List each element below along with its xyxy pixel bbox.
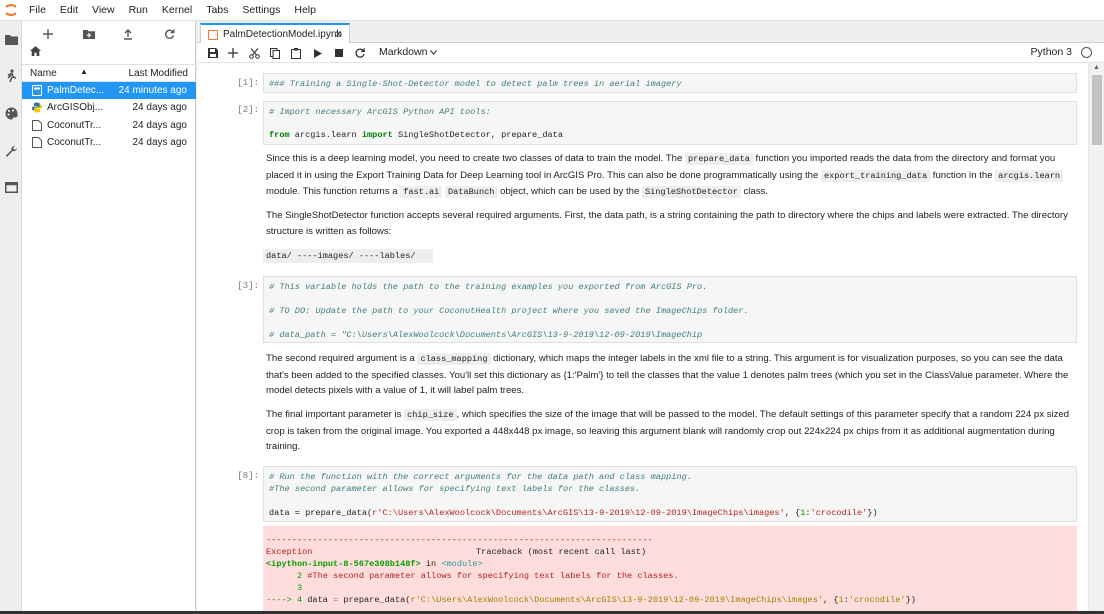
traceback-line: 2 #The second parameter allows for speci… bbox=[266, 571, 679, 581]
markdown-paragraph: The SingleShotDetector function accepts … bbox=[266, 210, 1068, 237]
traceback-location: <ipython-input-8-567e308b148f> in <modul… bbox=[266, 559, 483, 569]
palette-icon[interactable] bbox=[0, 102, 22, 124]
menu-view[interactable]: View bbox=[85, 4, 122, 16]
cell-type-label: Markdown bbox=[379, 46, 428, 58]
python-icon bbox=[32, 102, 42, 113]
code-line: #The second parameter allows for specify… bbox=[269, 484, 641, 494]
menu-settings[interactable]: Settings bbox=[235, 4, 287, 16]
markdown-paragraph: The second required argument is a class_… bbox=[266, 353, 1069, 396]
home-icon[interactable] bbox=[30, 46, 41, 59]
traceback-header: Traceback (most recent call last) bbox=[476, 547, 647, 557]
menu-run[interactable]: Run bbox=[122, 4, 155, 16]
code-line: from arcgis.learn import SingleShotDetec… bbox=[269, 130, 563, 140]
kernel-status-icon bbox=[1081, 47, 1092, 58]
file-modified: 24 days ago bbox=[132, 102, 188, 113]
jupyter-logo-icon bbox=[0, 0, 22, 21]
insert-cell-icon[interactable] bbox=[225, 45, 241, 61]
activity-bar bbox=[0, 21, 22, 614]
file-row[interactable]: CoconutTr... 24 days ago bbox=[22, 134, 196, 151]
column-name-header[interactable]: Name bbox=[30, 68, 57, 79]
code-line: data = prepare_data(r'C:\Users\AlexWoolc… bbox=[269, 508, 878, 518]
cut-icon[interactable] bbox=[246, 45, 262, 61]
file-modified: 24 minutes ago bbox=[118, 85, 187, 96]
tab-label: PalmDetectionModel.ipynb bbox=[223, 29, 342, 40]
file-name: CoconutTr... bbox=[47, 137, 102, 148]
notebook-icon bbox=[208, 30, 218, 40]
cell-prompt: [2]: bbox=[237, 105, 259, 115]
traceback-line: 3 bbox=[266, 583, 303, 593]
paste-icon[interactable] bbox=[288, 45, 304, 61]
tabs-icon[interactable] bbox=[0, 176, 22, 198]
markdown-paragraph: Since this is a deep learning model, you… bbox=[266, 151, 1072, 201]
menu-tabs[interactable]: Tabs bbox=[199, 4, 235, 16]
chevron-down-icon bbox=[430, 46, 438, 58]
exception-name: Exception bbox=[266, 547, 313, 557]
cell-type-dropdown[interactable]: Markdown bbox=[379, 46, 438, 58]
file-browser: Name ▲ Last Modified PalmDetec... 24 min… bbox=[22, 21, 196, 614]
cell-prompt: [3]: bbox=[237, 281, 259, 291]
file-row[interactable]: CoconutTr... 24 days ago bbox=[22, 117, 196, 134]
refresh-icon[interactable] bbox=[159, 25, 179, 43]
new-folder-icon[interactable] bbox=[79, 25, 99, 43]
code-line: # TO DO: Update the path to your Coconut… bbox=[269, 306, 749, 316]
cell-prompt: [8]: bbox=[237, 471, 259, 481]
running-icon[interactable] bbox=[0, 65, 22, 87]
notebook-toolbar: Markdown Python 3 bbox=[197, 43, 1104, 63]
menu-edit[interactable]: Edit bbox=[53, 4, 85, 16]
code-line: # data_path = "C:\Users\AlexWoolcock\Doc… bbox=[269, 330, 703, 340]
code-cell[interactable]: # Import necessary ArcGIS Python API too… bbox=[263, 101, 1077, 145]
save-icon[interactable] bbox=[205, 45, 221, 61]
new-launcher-icon[interactable] bbox=[38, 25, 58, 43]
menu-kernel[interactable]: Kernel bbox=[155, 4, 199, 16]
tab-bar: PalmDetectionModel.ipynb × bbox=[197, 21, 1104, 44]
file-row[interactable]: ArcGISObj... 24 days ago bbox=[22, 99, 196, 116]
notebook-scrollbar[interactable]: ▲ bbox=[1088, 63, 1104, 614]
code-line: ### Training a Single-Shot-Detector mode… bbox=[269, 79, 682, 89]
stop-icon[interactable] bbox=[331, 45, 347, 61]
wrench-icon[interactable] bbox=[0, 140, 22, 162]
code-line: # Run the function with the correct argu… bbox=[269, 472, 692, 482]
file-icon bbox=[32, 137, 42, 148]
file-icon bbox=[32, 120, 42, 131]
file-name: CoconutTr... bbox=[47, 120, 102, 131]
notebook-icon bbox=[32, 85, 42, 96]
menu-help[interactable]: Help bbox=[287, 4, 323, 16]
restart-icon[interactable] bbox=[352, 45, 368, 61]
copy-icon[interactable] bbox=[267, 45, 283, 61]
menu-bar: File Edit View Run Kernel Tabs Settings … bbox=[0, 0, 1104, 21]
markdown-paragraph: The final important parameter is chip_si… bbox=[266, 409, 1070, 452]
scroll-thumb[interactable] bbox=[1092, 75, 1102, 145]
scroll-up-icon[interactable]: ▲ bbox=[1093, 64, 1100, 71]
traceback-line: ----> 4 data = prepare_data(r'C:\Users\A… bbox=[266, 595, 916, 605]
tab-notebook[interactable]: PalmDetectionModel.ipynb × bbox=[200, 23, 350, 44]
code-line: # Import necessary ArcGIS Python API too… bbox=[269, 107, 491, 117]
sort-ascending-icon[interactable]: ▲ bbox=[80, 67, 88, 76]
file-name: ArcGISObj... bbox=[47, 102, 104, 113]
column-modified-header[interactable]: Last Modified bbox=[129, 68, 188, 79]
menu-file[interactable]: File bbox=[22, 4, 53, 16]
file-modified: 24 days ago bbox=[132, 120, 188, 131]
file-row[interactable]: PalmDetec... 24 minutes ago bbox=[22, 82, 196, 99]
cell-prompt: [1]: bbox=[237, 78, 259, 88]
code-cell[interactable]: ### Training a Single-Shot-Detector mode… bbox=[263, 73, 1077, 93]
error-separator: ----------------------------------------… bbox=[266, 535, 653, 545]
code-line: # This variable holds the path to the tr… bbox=[269, 282, 708, 292]
file-modified: 24 days ago bbox=[132, 137, 188, 148]
run-icon[interactable] bbox=[310, 45, 326, 61]
folder-icon[interactable] bbox=[0, 28, 22, 50]
file-list-header: Name ▲ Last Modified bbox=[22, 64, 196, 82]
notebook-panel: [1]: ### Training a Single-Shot-Detector… bbox=[197, 63, 1088, 614]
code-cell[interactable]: # This variable holds the path to the tr… bbox=[263, 276, 1077, 343]
code-cell[interactable]: # Run the function with the correct argu… bbox=[263, 466, 1077, 522]
upload-icon[interactable] bbox=[118, 25, 138, 43]
error-output: ----------------------------------------… bbox=[263, 526, 1077, 614]
kernel-name[interactable]: Python 3 bbox=[1031, 46, 1072, 58]
close-icon[interactable]: × bbox=[335, 27, 342, 41]
markdown-code-block: data/ ----images/ ----lables/ bbox=[263, 249, 433, 263]
file-name: PalmDetec... bbox=[47, 85, 105, 96]
